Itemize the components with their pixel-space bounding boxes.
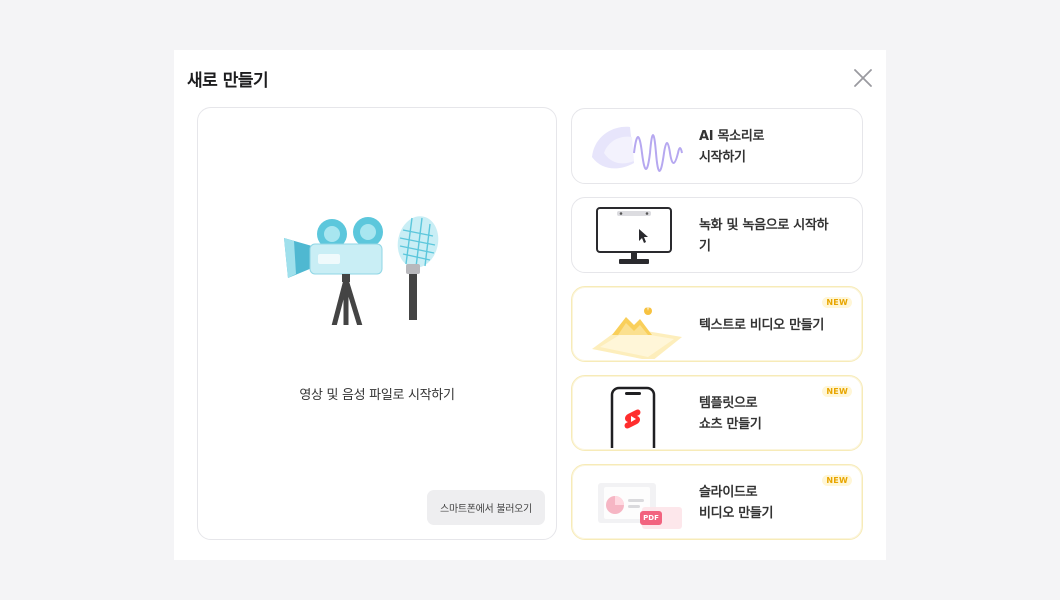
phone-shorts-illustration [582,380,692,450]
slide-pdf-illustration: PDF [582,469,692,537]
new-badge: NEW [822,297,852,308]
new-project-dialog: 새로 만들기 영상 및 음성 파일로 시작하기 스마트폰에서 불러오기 AI 목… [174,50,886,560]
ai-voice-label-line2: 시작하기 [699,150,746,165]
record-label-line2: 기 [699,239,711,254]
ai-voice-option-card[interactable]: AI 목소리로 시작하기 [571,108,863,184]
ai-voice-label-line1: AI 목소리로 [699,129,765,144]
pdf-label: PDF [643,514,659,522]
template-shorts-label-line1: 템플릿으로 [699,396,758,411]
text-to-video-option-card[interactable]: 텍스트로 비디오 만들기 NEW [571,286,863,362]
slides-label-line1: 슬라이드로 [699,485,758,500]
voice-wave-illustration [582,113,692,181]
slides-label-line2: 비디오 만들기 [699,506,774,521]
start-from-media-label: 영상 및 음성 파일로 시작하기 [299,388,455,403]
close-icon[interactable] [852,67,874,89]
text-to-video-label-line1: 텍스트로 비디오 만들기 [699,317,825,333]
import-from-phone-button[interactable]: 스마트폰에서 불러오기 [427,490,545,525]
slides-to-video-option-card[interactable]: PDF 슬라이드로 비디오 만들기 NEW [571,464,863,540]
record-label-line1: 녹화 및 녹음으로 시작하 [699,218,829,233]
dialog-title: 새로 만들기 [187,71,269,91]
template-shorts-option-card[interactable]: 템플릿으로 쇼츠 만들기 NEW [571,375,863,451]
template-shorts-label-line2: 쇼츠 만들기 [699,417,762,432]
new-badge: NEW [822,475,852,486]
record-option-card[interactable]: 녹화 및 녹음으로 시작하 기 [571,197,863,273]
start-from-media-card[interactable]: 영상 및 음성 파일로 시작하기 스마트폰에서 불러오기 [197,107,557,540]
new-badge: NEW [822,386,852,397]
camera-microphone-illustration [282,210,452,327]
monitor-cursor-illustration [582,202,692,270]
image-mountain-illustration [582,291,692,361]
